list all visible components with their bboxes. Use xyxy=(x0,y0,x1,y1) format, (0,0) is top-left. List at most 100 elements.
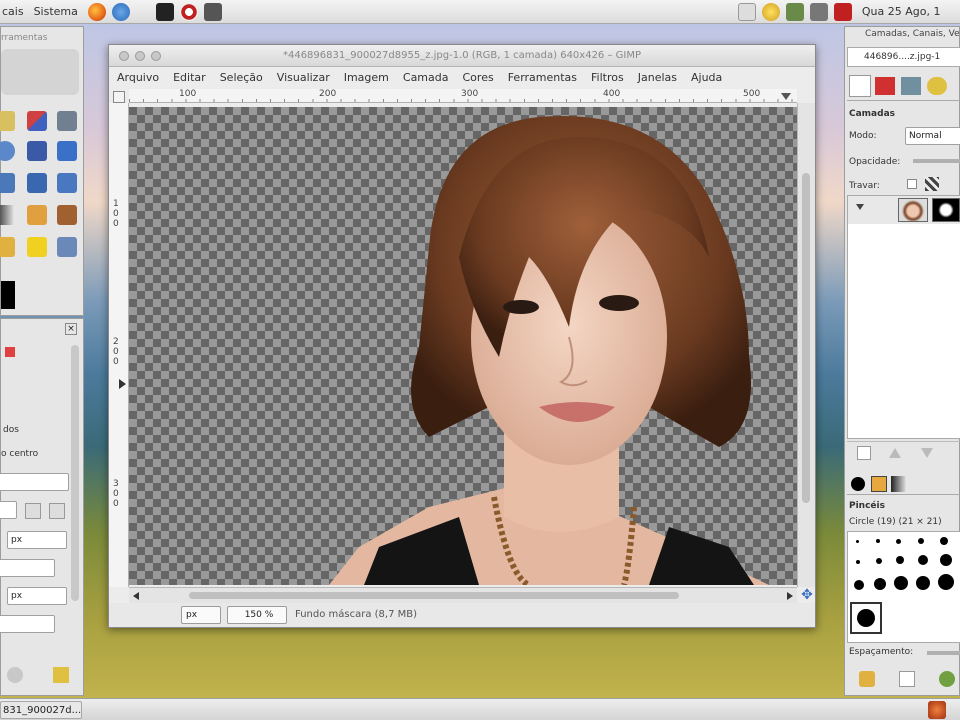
brush-preview[interactable] xyxy=(938,574,954,590)
menu-ajuda[interactable]: Ajuda xyxy=(691,71,722,84)
firefox-icon[interactable] xyxy=(87,2,106,21)
brush-tool-icon[interactable] xyxy=(57,205,77,225)
navigation-icon[interactable]: ✥ xyxy=(799,587,815,603)
network-icon[interactable] xyxy=(785,2,804,21)
zoom-tool-icon[interactable] xyxy=(0,141,15,161)
history-tab-icon[interactable] xyxy=(927,77,947,95)
align-tool-icon[interactable] xyxy=(27,111,47,131)
unit-select-2[interactable]: px xyxy=(7,587,67,605)
vertical-ruler[interactable]: 1 0 0 2 0 0 3 0 0 xyxy=(109,103,129,587)
clone-tool-icon[interactable] xyxy=(27,237,47,257)
lock-pixels-checkbox[interactable] xyxy=(907,179,917,189)
smudge-tool-icon[interactable] xyxy=(57,237,77,257)
brush-preview[interactable] xyxy=(876,539,880,543)
navigate-corner-icon[interactable] xyxy=(781,93,791,100)
zoom-select[interactable]: 150 % xyxy=(227,606,287,624)
menu-selecao[interactable]: Seleção xyxy=(220,71,263,84)
window-maximize-button[interactable] xyxy=(151,51,161,61)
foreground-color-swatch[interactable] xyxy=(1,281,15,309)
brush-preview[interactable] xyxy=(918,538,924,544)
gradients-tab-icon[interactable] xyxy=(891,476,907,492)
system-menu[interactable]: Sistema xyxy=(34,5,78,18)
move-tool-icon[interactable] xyxy=(0,111,15,131)
brush-preview[interactable] xyxy=(940,554,952,566)
clock[interactable]: Qua 25 Ago, 1 xyxy=(862,5,941,18)
patterns-tab-icon[interactable] xyxy=(871,476,887,492)
chain-icon[interactable] xyxy=(25,503,41,519)
brush-preview[interactable] xyxy=(918,555,928,565)
pencil-tool-icon[interactable] xyxy=(27,205,47,225)
raise-layer-icon[interactable] xyxy=(889,448,901,458)
opacity-slider[interactable] xyxy=(913,159,960,163)
option-spin-1[interactable] xyxy=(0,559,55,577)
window-minimize-button[interactable] xyxy=(135,51,145,61)
transform-tool-icon[interactable] xyxy=(57,141,77,161)
layer-mask-thumbnail[interactable] xyxy=(932,198,960,222)
volume-icon[interactable] xyxy=(809,2,828,21)
brush-preview[interactable] xyxy=(876,558,882,564)
menu-editar[interactable]: Editar xyxy=(173,71,206,84)
save-options-icon[interactable] xyxy=(53,667,69,683)
perspective-tool-icon[interactable] xyxy=(27,173,47,193)
menu-camada[interactable]: Camada xyxy=(403,71,449,84)
layer-visibility-icon[interactable] xyxy=(856,204,864,210)
vertical-scroll-thumb[interactable] xyxy=(802,173,810,503)
menu-visualizar[interactable]: Visualizar xyxy=(277,71,330,84)
brush-new-icon[interactable] xyxy=(899,671,915,687)
applications-menu[interactable]: cais xyxy=(2,5,24,18)
lock-alpha-icon[interactable] xyxy=(925,177,939,191)
brush-preview[interactable] xyxy=(854,580,864,590)
heal-tool-icon[interactable] xyxy=(0,237,15,257)
brushes-tab-icon[interactable] xyxy=(851,477,865,491)
shear-tool-icon[interactable] xyxy=(57,173,77,193)
window-titlebar[interactable]: *446896831_900027d8955_z.jpg-1.0 (RGB, 1… xyxy=(109,45,815,67)
image-selector[interactable]: 446896....z.jpg-1 xyxy=(847,47,960,67)
channels-tab-icon[interactable] xyxy=(875,77,895,95)
close-icon[interactable]: × xyxy=(65,323,77,335)
brush-preview[interactable] xyxy=(874,578,886,590)
brushes-grid[interactable] xyxy=(847,531,960,643)
taskbar-window-button[interactable]: 831_900027d... xyxy=(0,701,82,719)
brush-preview[interactable] xyxy=(896,556,904,564)
layers-tab-icon[interactable] xyxy=(849,75,871,97)
brush-preview[interactable] xyxy=(856,540,859,543)
scroll-right-arrow-icon[interactable] xyxy=(787,592,793,600)
horizontal-ruler[interactable]: 100 200 300 400 500 xyxy=(129,89,797,103)
terminal-icon[interactable] xyxy=(155,2,174,21)
selected-brush[interactable] xyxy=(850,602,882,634)
crop-tool-icon[interactable] xyxy=(57,111,77,131)
reset-icon[interactable] xyxy=(7,667,23,683)
lower-layer-icon[interactable] xyxy=(921,448,933,458)
menu-imagem[interactable]: Imagem xyxy=(344,71,389,84)
brush-preview[interactable] xyxy=(894,576,908,590)
power-icon[interactable] xyxy=(833,2,852,21)
quick-mask-corner-button[interactable] xyxy=(113,91,125,103)
menu-cores[interactable]: Cores xyxy=(463,71,494,84)
horizontal-scrollbar[interactable] xyxy=(129,587,797,603)
unit-select[interactable]: px xyxy=(181,606,221,624)
gradient-tool-icon[interactable] xyxy=(0,205,15,225)
paths-tab-icon[interactable] xyxy=(901,77,921,95)
unit-select-1[interactable]: px xyxy=(7,531,67,549)
vertical-scrollbar[interactable] xyxy=(797,103,815,587)
options-scrollbar[interactable] xyxy=(71,345,79,601)
option-entry[interactable] xyxy=(0,501,17,519)
wilber-icon[interactable] xyxy=(179,2,198,21)
path-tool-icon[interactable] xyxy=(27,141,47,161)
option-icon-b[interactable] xyxy=(49,503,65,519)
menu-arquivo[interactable]: Arquivo xyxy=(117,71,159,84)
brush-refresh-icon[interactable] xyxy=(939,671,955,687)
flip-tool-icon[interactable] xyxy=(0,173,15,193)
image-canvas[interactable] xyxy=(129,107,797,585)
layer-row[interactable] xyxy=(848,196,960,224)
menu-janelas[interactable]: Janelas xyxy=(638,71,677,84)
brush-preview[interactable] xyxy=(940,537,948,545)
brush-preview[interactable] xyxy=(896,539,901,544)
horizontal-scroll-thumb[interactable] xyxy=(189,592,679,599)
trash-icon[interactable] xyxy=(928,701,946,719)
layer-thumbnail[interactable] xyxy=(898,198,928,222)
menu-ferramentas[interactable]: Ferramentas xyxy=(508,71,577,84)
mode-select[interactable]: Normal xyxy=(905,127,960,145)
help-icon[interactable] xyxy=(111,2,130,21)
brush-edit-icon[interactable] xyxy=(859,671,875,687)
